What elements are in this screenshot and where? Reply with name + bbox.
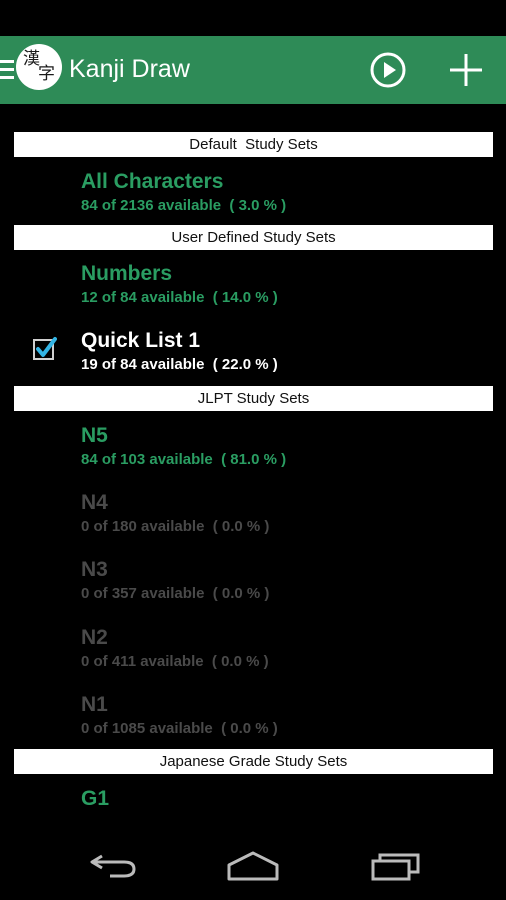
- item-count: 0 of 1085 available ( 0.0 % ): [81, 720, 278, 737]
- section-header-user: User Defined Study Sets: [14, 225, 493, 250]
- section-header-grade: Japanese Grade Study Sets: [14, 749, 493, 774]
- back-button[interactable]: [88, 850, 138, 885]
- item-name: N4: [81, 491, 108, 514]
- item-count: 19 of 84 available ( 22.0 % ): [81, 356, 278, 373]
- item-name: G1: [81, 787, 110, 810]
- status-bar: [0, 0, 506, 36]
- back-icon: [90, 854, 136, 878]
- menu-icon[interactable]: [0, 60, 14, 80]
- app-logo-icon[interactable]: 漢 字: [16, 44, 62, 90]
- list-item-n4[interactable]: N4 0 of 180 available ( 0.0 % ): [81, 491, 501, 536]
- app-logo-char-2: 字: [38, 64, 55, 84]
- action-bar: 漢 字 Kanji Draw: [0, 36, 506, 104]
- list-item-all-characters[interactable]: All Characters 84 of 2136 available ( 3.…: [81, 170, 501, 215]
- item-count: 84 of 2136 available ( 3.0 % ): [81, 197, 287, 214]
- app-title: Kanji Draw: [69, 55, 190, 83]
- section-header-default: Default Study Sets: [14, 132, 493, 157]
- item-count: 84 of 103 available ( 81.0 % ): [81, 451, 287, 468]
- list-item-n1[interactable]: N1 0 of 1085 available ( 0.0 % ): [81, 693, 501, 738]
- list-item-quick-list-1[interactable]: Quick List 1 19 of 84 available ( 22.0 %…: [81, 329, 501, 374]
- play-button[interactable]: [369, 51, 407, 89]
- item-count: 0 of 357 available ( 0.0 % ): [81, 585, 270, 602]
- recents-icon: [371, 853, 420, 881]
- navigation-bar: [0, 820, 506, 900]
- list-item-numbers[interactable]: Numbers 12 of 84 available ( 14.0 % ): [81, 262, 501, 307]
- item-name: N3: [81, 558, 108, 581]
- study-sets-list[interactable]: Default Study Sets All Characters 84 of …: [0, 104, 506, 820]
- item-name: N5: [81, 424, 108, 447]
- screen: 漢 字 Kanji Draw Default Study Sets All Ch…: [0, 0, 506, 900]
- list-item-n5[interactable]: N5 84 of 103 available ( 81.0 % ): [81, 424, 501, 469]
- checkbox-checked-icon: [33, 337, 57, 360]
- plus-icon: [450, 54, 482, 86]
- item-name: N1: [81, 693, 108, 716]
- list-item-n3[interactable]: N3 0 of 357 available ( 0.0 % ): [81, 558, 501, 603]
- play-circle-icon: [370, 52, 406, 88]
- item-name: Quick List 1: [81, 329, 201, 352]
- item-name: N2: [81, 626, 108, 649]
- item-name: All Characters: [81, 170, 224, 193]
- list-item-g1[interactable]: G1: [81, 787, 501, 811]
- home-button[interactable]: [226, 850, 280, 887]
- home-icon: [227, 851, 279, 881]
- add-button[interactable]: [448, 52, 484, 88]
- quick-list-checkbox[interactable]: [33, 336, 57, 360]
- list-item-n2[interactable]: N2 0 of 411 available ( 0.0 % ): [81, 626, 501, 671]
- item-count: 12 of 84 available ( 14.0 % ): [81, 289, 278, 306]
- item-count: 0 of 180 available ( 0.0 % ): [81, 518, 270, 535]
- item-name: Numbers: [81, 262, 173, 285]
- item-count: 0 of 411 available ( 0.0 % ): [81, 653, 269, 670]
- recents-button[interactable]: [370, 850, 422, 887]
- section-header-jlpt: JLPT Study Sets: [14, 386, 493, 411]
